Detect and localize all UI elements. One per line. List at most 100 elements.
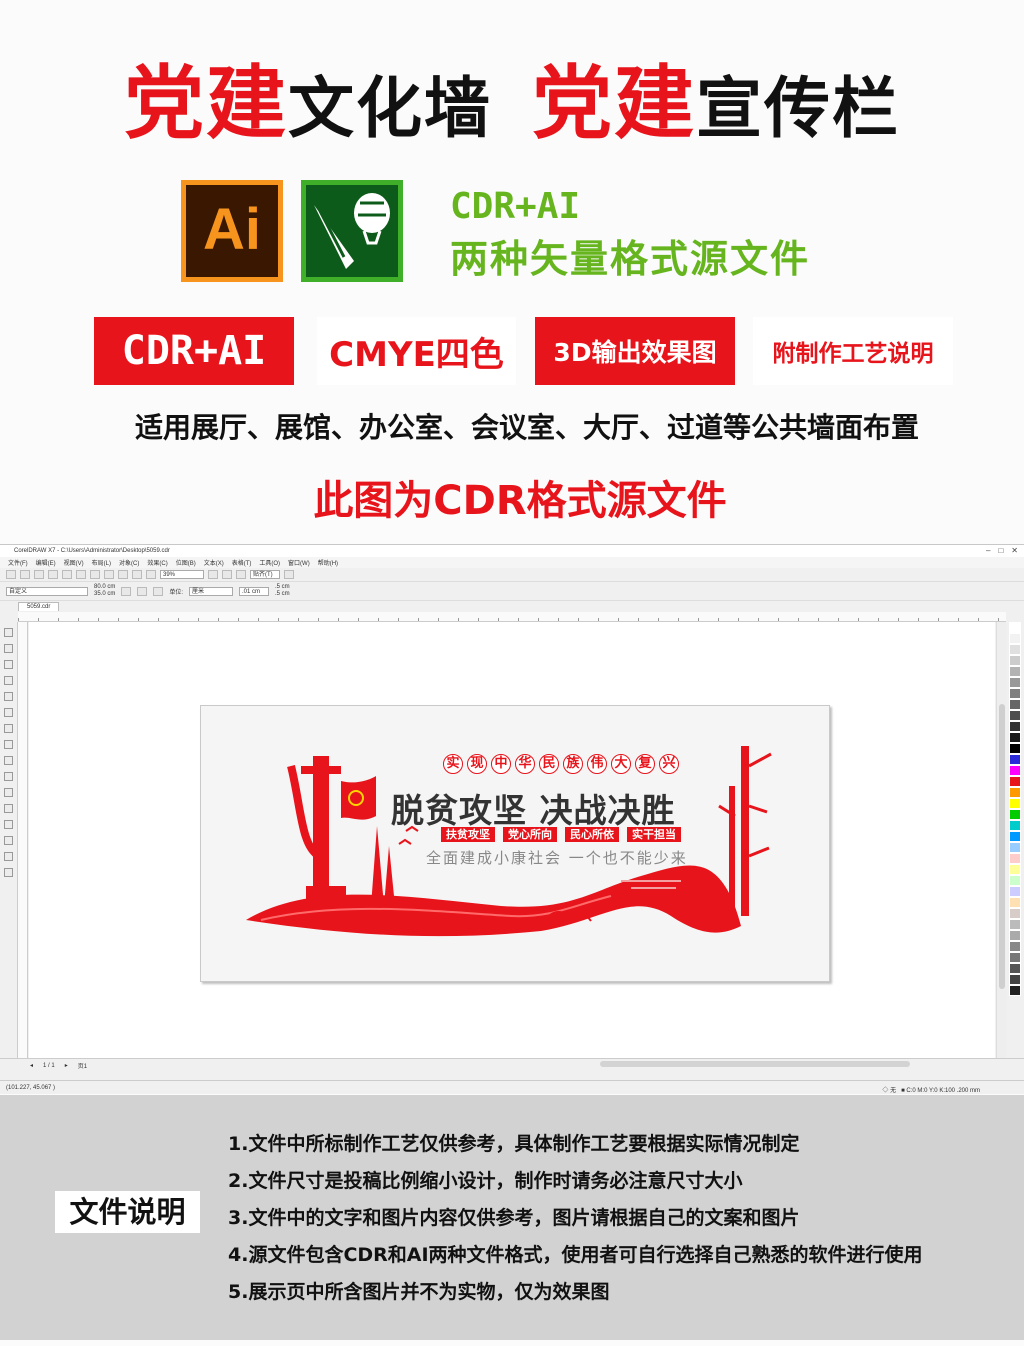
rectangle-tool-icon[interactable]: [4, 724, 13, 733]
export-icon[interactable]: [146, 570, 156, 579]
palette-swatch[interactable]: [1009, 875, 1021, 886]
snap-dropdown[interactable]: 贴齐(T): [250, 570, 280, 579]
menu-table[interactable]: 表格(T): [232, 558, 252, 567]
page-preset-select[interactable]: 自定义: [6, 586, 88, 596]
menu-bitmaps[interactable]: 位图(B): [176, 558, 196, 567]
crop-tool-icon[interactable]: [4, 660, 13, 669]
menu-layout[interactable]: 布局(L): [92, 558, 111, 567]
horizontal-scrollbar[interactable]: [600, 1061, 910, 1067]
palette-swatch[interactable]: [1009, 853, 1021, 864]
menu-file[interactable]: 文件(F): [8, 558, 28, 567]
palette-swatch[interactable]: [1009, 765, 1021, 776]
duplicate-x-field[interactable]: .5 cm: [275, 584, 290, 591]
document-tab[interactable]: 5059.cdr: [18, 602, 60, 611]
maximize-icon[interactable]: □: [998, 546, 1003, 555]
palette-swatch[interactable]: [1009, 633, 1021, 644]
shape-tool-icon[interactable]: [4, 644, 13, 653]
palette-swatch[interactable]: [1009, 864, 1021, 875]
open-icon[interactable]: [20, 570, 30, 579]
copy-icon[interactable]: [76, 570, 86, 579]
palette-swatch[interactable]: [1009, 776, 1021, 787]
vertical-ruler[interactable]: [18, 622, 28, 1062]
landscape-icon[interactable]: [137, 586, 148, 596]
pick-tool-icon[interactable]: [4, 628, 13, 637]
artistic-media-icon[interactable]: [4, 708, 13, 717]
undo-icon[interactable]: [104, 570, 114, 579]
palette-swatch[interactable]: [1009, 644, 1021, 655]
palette-swatch[interactable]: [1009, 908, 1021, 919]
first-page-icon[interactable]: ◂: [30, 1062, 33, 1069]
menu-view[interactable]: 视图(V): [64, 558, 84, 567]
palette-swatch[interactable]: [1009, 842, 1021, 853]
menu-window[interactable]: 窗口(W): [288, 558, 310, 567]
eyedropper-tool-icon[interactable]: [4, 836, 13, 845]
palette-swatch[interactable]: [1009, 985, 1021, 996]
palette-swatch[interactable]: [1009, 809, 1021, 820]
portrait-icon[interactable]: [121, 586, 132, 596]
fill-tool-icon[interactable]: [4, 852, 13, 861]
palette-swatch[interactable]: [1009, 732, 1021, 743]
palette-swatch[interactable]: [1009, 831, 1021, 842]
zoom-field[interactable]: 39%: [160, 570, 204, 579]
menu-help[interactable]: 帮助(H): [318, 558, 338, 567]
design-board[interactable]: 实 现 中 华 民 族 伟 大 复 兴 脱贫攻坚 决战决胜 扶贫攻坚 党心所向 …: [200, 705, 830, 982]
cut-icon[interactable]: [62, 570, 72, 579]
palette-swatch[interactable]: [1009, 743, 1021, 754]
polygon-tool-icon[interactable]: [4, 756, 13, 765]
rulers-icon[interactable]: [222, 570, 232, 579]
palette-swatch[interactable]: [1009, 963, 1021, 974]
redo-icon[interactable]: [118, 570, 128, 579]
palette-swatch[interactable]: [1009, 974, 1021, 985]
palette-swatch[interactable]: [1009, 886, 1021, 897]
paste-icon[interactable]: [90, 570, 100, 579]
palette-swatch[interactable]: [1009, 666, 1021, 677]
scroll-thumb[interactable]: [999, 704, 1005, 989]
palette-swatch[interactable]: [1009, 721, 1021, 732]
transparency-tool-icon[interactable]: [4, 820, 13, 829]
palette-swatch[interactable]: [1009, 941, 1021, 952]
page-height-field[interactable]: 35.0 cm: [94, 591, 115, 598]
duplicate-y-field[interactable]: .5 cm: [275, 591, 290, 598]
fullscreen-icon[interactable]: [208, 570, 218, 579]
palette-swatch[interactable]: [1009, 677, 1021, 688]
all-pages-icon[interactable]: [153, 586, 164, 596]
dimension-tool-icon[interactable]: [4, 804, 13, 813]
palette-swatch[interactable]: [1009, 688, 1021, 699]
ellipse-tool-icon[interactable]: [4, 740, 13, 749]
palette-swatch[interactable]: [1009, 897, 1021, 908]
palette-swatch[interactable]: [1009, 754, 1021, 765]
menu-tools[interactable]: 工具(O): [259, 558, 280, 567]
minimize-icon[interactable]: –: [986, 546, 990, 555]
menu-object[interactable]: 对象(C): [119, 558, 139, 567]
next-page-icon[interactable]: ▸: [65, 1062, 68, 1069]
palette-swatch[interactable]: [1009, 919, 1021, 930]
grid-icon[interactable]: [236, 570, 246, 579]
text-tool-icon[interactable]: [4, 772, 13, 781]
print-icon[interactable]: [48, 570, 58, 579]
palette-swatch[interactable]: [1009, 655, 1021, 666]
palette-swatch[interactable]: [1009, 699, 1021, 710]
new-icon[interactable]: [6, 570, 16, 579]
palette-swatch[interactable]: [1009, 952, 1021, 963]
import-icon[interactable]: [132, 570, 142, 579]
zoom-tool-icon[interactable]: [4, 676, 13, 685]
nudge-field[interactable]: .01 cm: [239, 586, 270, 596]
palette-swatch[interactable]: [1009, 798, 1021, 809]
unit-select[interactable]: 厘米: [189, 586, 234, 596]
close-icon[interactable]: ✕: [1011, 546, 1018, 555]
options-icon[interactable]: [284, 570, 294, 579]
horizontal-ruler[interactable]: [18, 612, 1006, 622]
save-icon[interactable]: [34, 570, 44, 579]
palette-swatch[interactable]: [1009, 787, 1021, 798]
menu-edit[interactable]: 编辑(E): [36, 558, 56, 567]
palette-swatch[interactable]: [1009, 930, 1021, 941]
smart-fill-icon[interactable]: [4, 868, 13, 877]
connector-tool-icon[interactable]: [4, 788, 13, 797]
menu-effects[interactable]: 效果(C): [147, 558, 167, 567]
page-tab[interactable]: 页1: [78, 1061, 87, 1070]
palette-swatch[interactable]: [1009, 622, 1021, 633]
freehand-tool-icon[interactable]: [4, 692, 13, 701]
page-width-field[interactable]: 80.0 cm: [94, 584, 115, 591]
palette-swatch[interactable]: [1009, 710, 1021, 721]
palette-swatch[interactable]: [1009, 820, 1021, 831]
